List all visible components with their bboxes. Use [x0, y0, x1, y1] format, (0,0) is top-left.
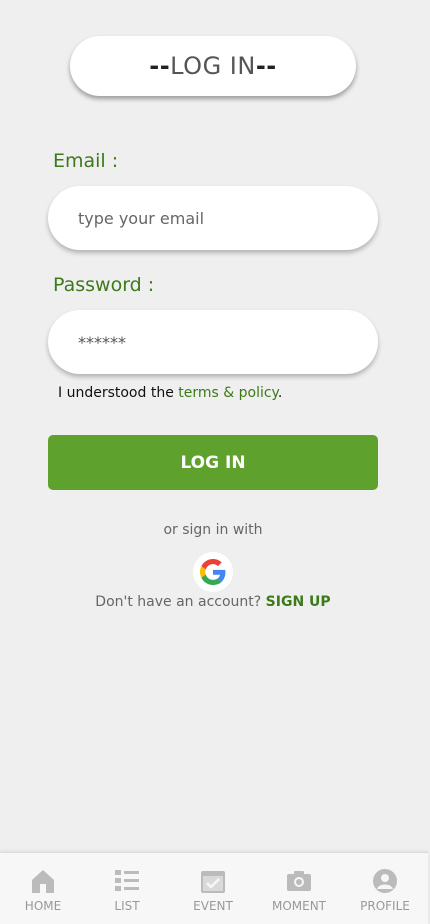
google-icon [200, 559, 226, 585]
nav-label-home: HOME [24, 899, 62, 913]
terms-link[interactable]: terms & policy [178, 385, 278, 401]
terms-suffix: . [277, 385, 283, 401]
nav-label-event: EVENT [193, 899, 233, 913]
email-field[interactable] [48, 186, 378, 250]
password-field[interactable] [48, 310, 378, 374]
nav-item-profile[interactable]: PROFILE [342, 853, 428, 924]
nav-label-profile: PROFILE [360, 899, 410, 913]
terms-text: I understood the terms & policy. [58, 385, 282, 401]
title-dash-left: -- [149, 52, 171, 80]
nav-label-list: LIST [114, 899, 140, 913]
nav-label-moment: MOMENT [271, 899, 327, 913]
event-icon [199, 867, 227, 895]
email-field-container [48, 186, 378, 250]
nav-item-event[interactable]: EVENT [170, 853, 256, 924]
nav-item-moment[interactable]: MOMENT [256, 853, 342, 924]
bottom-nav: HOME LIST EVENT MOMENT PROFILE [0, 852, 428, 924]
email-label: Email : [53, 150, 119, 172]
camera-icon [285, 867, 313, 895]
profile-icon [371, 867, 399, 895]
login-button[interactable]: LOG IN [48, 435, 378, 490]
signup-link[interactable]: SIGN UP [266, 594, 331, 610]
signup-prompt: Don't have an account? SIGN UP [0, 594, 426, 610]
or-sign-in-text: or sign in with [163, 522, 263, 538]
nav-item-list[interactable]: LIST [84, 853, 170, 924]
terms-prefix: I understood the [58, 385, 179, 401]
password-field-container [48, 310, 378, 374]
google-signin-button[interactable] [193, 552, 233, 592]
title-dash-right: -- [255, 52, 277, 80]
page-title: -- LOG IN -- [70, 36, 356, 96]
nav-item-home[interactable]: HOME [0, 853, 86, 924]
signup-prefix: Don't have an account? [95, 594, 266, 610]
home-icon [29, 867, 57, 895]
list-icon [113, 867, 141, 895]
title-text: LOG IN [170, 52, 256, 80]
password-label: Password : [53, 274, 155, 296]
